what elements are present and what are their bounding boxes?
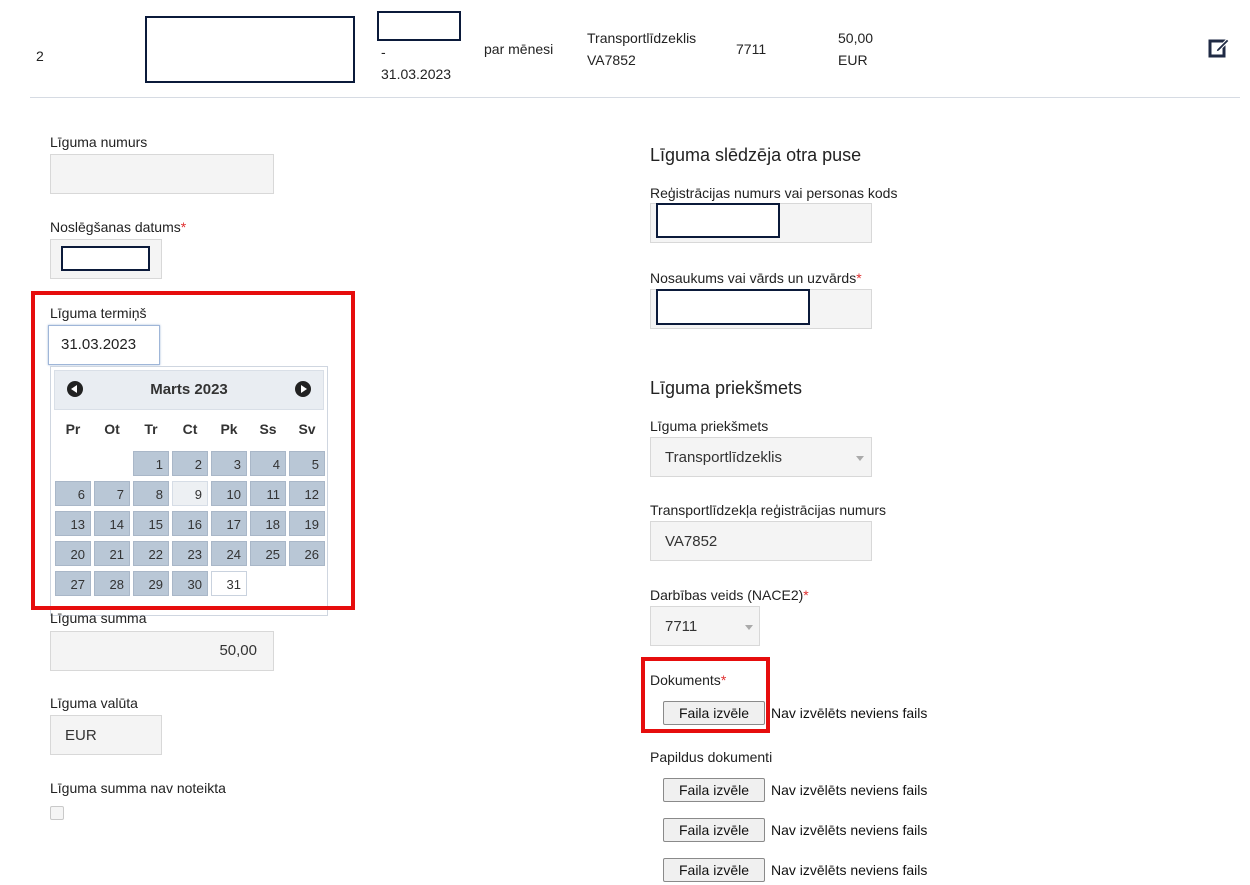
calendar-day[interactable]: 11 — [250, 481, 286, 506]
calendar-day[interactable]: 20 — [55, 541, 91, 566]
document-file-status: Nav izvēlēts neviens fails — [771, 705, 928, 721]
sum-undetermined-label: Līguma summa nav noteikta — [50, 780, 226, 796]
calendar-day[interactable]: 28 — [94, 571, 130, 596]
currency-input[interactable]: EUR — [50, 715, 162, 755]
vehicle-reg-label: Transportlīdzekļa reģistrācijas numurs — [650, 502, 887, 518]
additional-file-status-1: Nav izvēlēts neviens fails — [771, 782, 928, 798]
weekday-header: Ss — [259, 421, 277, 437]
row-index: 2 — [36, 48, 44, 64]
row-end-date: 31.03.2023 — [381, 66, 452, 82]
additional-file-button-1[interactable]: Faila izvēle — [663, 778, 765, 802]
other-party-title: Līguma slēdzēja otra puse — [650, 145, 862, 165]
currency-label: Līguma valūta — [50, 695, 138, 711]
weekday-header: Pr — [65, 421, 81, 437]
calendar-day[interactable]: 12 — [289, 481, 325, 506]
calendar-day[interactable]: 27 — [55, 571, 91, 596]
calendar-day[interactable]: 25 — [250, 541, 286, 566]
document-label: Dokuments* — [650, 672, 727, 688]
subject-title: Līguma priekšmets — [650, 378, 803, 398]
redacted-reg-number — [656, 203, 780, 238]
calendar-day[interactable]: 9 — [172, 481, 208, 506]
redacted-party — [145, 16, 355, 83]
vehicle-reg-input[interactable]: VA7852 — [650, 521, 872, 561]
redacted-conclusion-date — [61, 246, 150, 271]
reg-number-label: Reģistrācijas numurs vai personas kods — [650, 185, 898, 201]
calendar-day[interactable]: 26 — [289, 541, 325, 566]
sum-label: Līguma summa — [50, 610, 147, 626]
row-period: par mēnesi — [484, 41, 554, 57]
calendar-day[interactable]: 3 — [211, 451, 247, 476]
redacted-start-date — [377, 11, 461, 41]
subject-label: Līguma priekšmets — [650, 418, 769, 434]
datepicker-title: Marts 2023 — [150, 381, 228, 398]
weekday-header: Tr — [144, 421, 158, 437]
weekday-header: Pk — [220, 421, 238, 437]
subject-select-value: Transportlīdzeklis — [665, 449, 782, 466]
additional-file-button-3[interactable]: Faila izvēle — [663, 858, 765, 882]
additional-docs-label: Papildus dokumenti — [650, 749, 773, 765]
chevron-down-icon — [745, 625, 753, 630]
calendar-day[interactable]: 5 — [289, 451, 325, 476]
row-date-dash: - — [381, 44, 386, 60]
contract-number-label: Līguma numurs — [50, 134, 148, 150]
datepicker-header: Marts 2023 — [54, 370, 324, 410]
row-subject-type: Transportlīdzeklis — [587, 30, 697, 46]
calendar-day[interactable]: 2 — [172, 451, 208, 476]
calendar-day[interactable]: 18 — [250, 511, 286, 536]
calendar-day[interactable]: 1 — [133, 451, 169, 476]
calendar-day[interactable]: 7 — [94, 481, 130, 506]
weekday-header: Ct — [182, 421, 198, 437]
calendar-day[interactable]: 16 — [172, 511, 208, 536]
sum-undetermined-checkbox[interactable] — [50, 806, 64, 820]
term-label: Līguma termiņš — [50, 305, 147, 321]
datepicker: Marts 2023 Pr Ot Tr Ct Pk Ss Sv 1 2 3 4 5 6 7 8 9 10 11 1… — [50, 366, 328, 616]
nace-select[interactable]: 7711 — [650, 606, 760, 646]
document-file-button[interactable]: Faila izvēle — [663, 701, 765, 725]
additional-file-status-2: Nav izvēlēts neviens fails — [771, 822, 928, 838]
row-nace: 7711 — [736, 41, 767, 57]
nace-label: Darbības veids (NACE2)* — [650, 587, 809, 603]
calendar-day[interactable]: 17 — [211, 511, 247, 536]
row-subject-reg: VA7852 — [587, 52, 636, 68]
calendar-day[interactable]: 14 — [94, 511, 130, 536]
calendar-day[interactable]: 22 — [133, 541, 169, 566]
calendar-day[interactable]: 10 — [211, 481, 247, 506]
row-divider — [30, 97, 1240, 98]
conclusion-date-label: Noslēgšanas datums* — [50, 219, 187, 235]
edit-icon[interactable] — [1208, 36, 1230, 58]
sum-input[interactable]: 50,00 — [50, 631, 274, 671]
calendar-day[interactable]: 31 — [211, 571, 247, 596]
calendar-day[interactable]: 23 — [172, 541, 208, 566]
row-amount: 50,00 — [838, 30, 874, 46]
calendar-day[interactable]: 6 — [55, 481, 91, 506]
subject-select[interactable]: Transportlīdzeklis — [650, 437, 872, 477]
row-currency: EUR — [838, 52, 868, 68]
weekday-header: Sv — [298, 421, 316, 437]
contract-number-input[interactable] — [50, 154, 274, 194]
calendar-day[interactable]: 4 — [250, 451, 286, 476]
weekday-header: Ot — [104, 421, 120, 437]
calendar-day[interactable]: 30 — [172, 571, 208, 596]
term-date-input[interactable]: 31.03.2023 — [48, 325, 160, 365]
calendar-day[interactable]: 15 — [133, 511, 169, 536]
calendar-day[interactable]: 19 — [289, 511, 325, 536]
next-month-icon[interactable] — [295, 381, 311, 397]
calendar-day[interactable]: 29 — [133, 571, 169, 596]
additional-file-button-2[interactable]: Faila izvēle — [663, 818, 765, 842]
additional-file-status-3: Nav izvēlēts neviens fails — [771, 862, 928, 878]
calendar-day[interactable]: 21 — [94, 541, 130, 566]
calendar-day[interactable]: 13 — [55, 511, 91, 536]
name-label: Nosaukums vai vārds un uzvārds* — [650, 270, 862, 286]
calendar-day[interactable]: 24 — [211, 541, 247, 566]
chevron-down-icon — [856, 456, 864, 461]
nace-select-value: 7711 — [665, 618, 698, 635]
calendar-day[interactable]: 8 — [133, 481, 169, 506]
redacted-name — [656, 289, 810, 325]
